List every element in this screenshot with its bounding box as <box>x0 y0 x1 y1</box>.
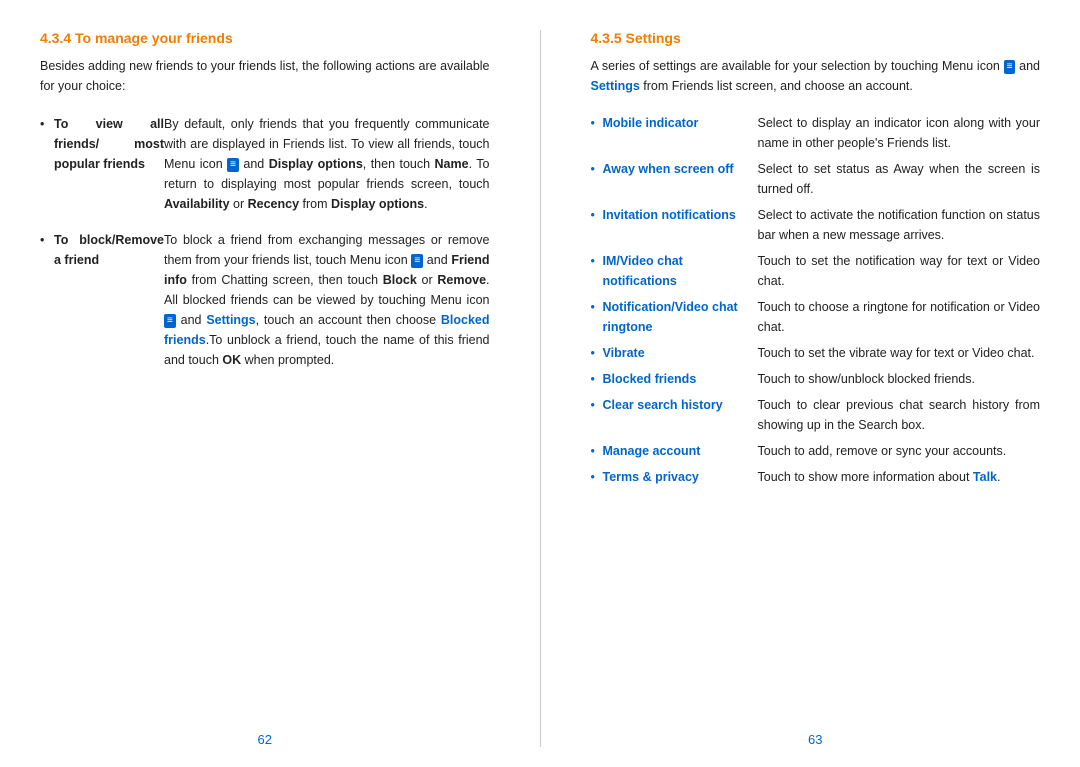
left-page-num: 62 <box>40 712 490 747</box>
s-dot-3: • <box>591 202 603 248</box>
s-desc-invitation: Select to activate the notification func… <box>758 202 1041 248</box>
s-dot-4: • <box>591 248 603 294</box>
bullet-term-1: To view all friends/ most popular friend… <box>54 110 164 218</box>
bullet-row-1: • To view all friends/ most popular frie… <box>40 110 490 218</box>
bullet-term-2: To block/Remove a friend <box>54 226 164 374</box>
s-dot-2: • <box>591 156 603 202</box>
right-column: 4.3.5 Settings A series of settings are … <box>591 30 1041 747</box>
s-term-invitation: Invitation notifications <box>603 202 758 248</box>
s-dot-8: • <box>591 392 603 438</box>
s-desc-mobile-indicator: Select to display an indicator icon alon… <box>758 110 1041 156</box>
setting-row-mobile-indicator: • Mobile indicator Select to display an … <box>591 110 1041 156</box>
s-desc-away: Select to set status as Away when the sc… <box>758 156 1041 202</box>
menu-icon-2: ≡ <box>411 254 423 268</box>
s-term-ringtone: Notification/Video chat ringtone <box>603 294 758 340</box>
settings-intro: A series of settings are available for y… <box>591 56 1041 96</box>
s-term-terms: Terms & privacy <box>603 464 758 490</box>
setting-row-ringtone: • Notification/Video chat ringtone Touch… <box>591 294 1041 340</box>
setting-row-vibrate: • Vibrate Touch to set the vibrate way f… <box>591 340 1041 366</box>
s-term-manage: Manage account <box>603 438 758 464</box>
talk-label: Talk <box>973 470 997 484</box>
s-term-vibrate: Vibrate <box>603 340 758 366</box>
s-desc-blocked: Touch to show/unblock blocked friends. <box>758 366 1041 392</box>
setting-row-blocked: • Blocked friends Touch to show/unblock … <box>591 366 1041 392</box>
s-desc-search: Touch to clear previous chat search hist… <box>758 392 1041 438</box>
s-term-imvideo: IM/Video chat notifications <box>603 248 758 294</box>
bullet-desc-1: By default, only friends that you freque… <box>164 110 490 218</box>
left-intro: Besides adding new friends to your frien… <box>40 56 490 96</box>
s-desc-vibrate: Touch to set the vibrate way for text or… <box>758 340 1041 366</box>
s-term-mobile-indicator: Mobile indicator <box>603 110 758 156</box>
left-bullet-table: • To view all friends/ most popular frie… <box>40 110 490 374</box>
s-dot-10: • <box>591 464 603 490</box>
bullet-desc-2: To block a friend from exchanging messag… <box>164 226 490 374</box>
s-dot-7: • <box>591 366 603 392</box>
setting-row-imvideo: • IM/Video chat notifications Touch to s… <box>591 248 1041 294</box>
s-desc-imvideo: Touch to set the notification way for te… <box>758 248 1041 294</box>
spacer-row-1 <box>40 218 490 226</box>
setting-row-terms: • Terms & privacy Touch to show more inf… <box>591 464 1041 490</box>
bullet-dot-1: • <box>40 110 54 218</box>
s-term-away: Away when screen off <box>603 156 758 202</box>
s-dot-6: • <box>591 340 603 366</box>
bullet-dot-2: • <box>40 226 54 374</box>
left-heading: 4.3.4 To manage your friends <box>40 30 490 46</box>
right-page-num: 63 <box>591 712 1041 747</box>
right-heading: 4.3.5 Settings <box>591 30 1041 46</box>
left-column: 4.3.4 To manage your friends Besides add… <box>40 30 490 747</box>
menu-icon-3: ≡ <box>164 314 176 328</box>
s-desc-manage: Touch to add, remove or sync your accoun… <box>758 438 1041 464</box>
bullet-row-2: • To block/Remove a friend To block a fr… <box>40 226 490 374</box>
setting-row-manage: • Manage account Touch to add, remove or… <box>591 438 1041 464</box>
s-dot-9: • <box>591 438 603 464</box>
setting-row-search: • Clear search history Touch to clear pr… <box>591 392 1041 438</box>
s-term-search: Clear search history <box>603 392 758 438</box>
s-desc-ringtone: Touch to choose a ringtone for notificat… <box>758 294 1041 340</box>
s-term-blocked: Blocked friends <box>603 366 758 392</box>
s-dot-1: • <box>591 110 603 156</box>
menu-icon-right: ≡ <box>1004 60 1016 74</box>
s-dot-5: • <box>591 294 603 340</box>
setting-row-away: • Away when screen off Select to set sta… <box>591 156 1041 202</box>
s-desc-terms: Touch to show more information about Tal… <box>758 464 1041 490</box>
menu-icon-1: ≡ <box>227 158 239 172</box>
setting-row-invitation: • Invitation notifications Select to act… <box>591 202 1041 248</box>
column-divider <box>540 30 541 747</box>
settings-table: • Mobile indicator Select to display an … <box>591 110 1041 490</box>
